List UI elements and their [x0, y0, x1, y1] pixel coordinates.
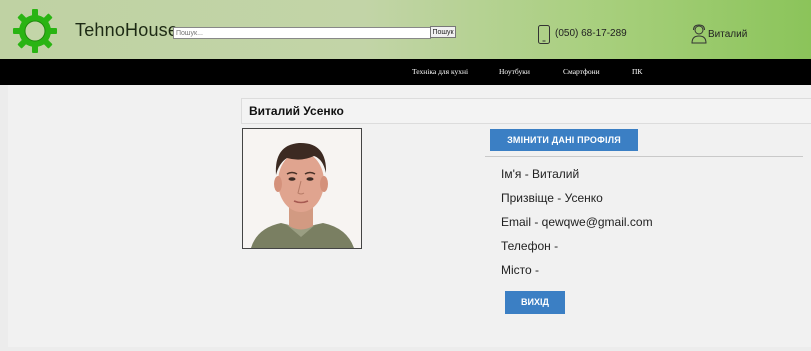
profile-name-bar: Виталий Усенко — [241, 98, 811, 124]
user-icon[interactable] — [690, 24, 708, 44]
first-name-field: Ім'я - Виталий — [501, 167, 580, 181]
phone-number: (050) 68-17-289 — [555, 28, 627, 39]
phone-field: Телефон - — [501, 239, 559, 253]
last-name-field: Призвіще - Усенко — [501, 191, 603, 205]
profile-photo-image — [243, 129, 361, 248]
logout-button[interactable]: ВИХІД — [505, 291, 565, 314]
profile-full-name: Виталий Усенко — [249, 104, 344, 118]
main-nav: Техніка для кухні Ноутбуки Смартфони ПК — [0, 59, 811, 85]
nav-item-smartphones[interactable]: Смартфони — [563, 67, 600, 76]
brand-name[interactable]: TehnoHouse — [75, 20, 178, 41]
header: TehnoHouse Пошук (050) 68-17-289 Виталий — [0, 0, 811, 59]
profile-photo — [242, 128, 362, 249]
user-name[interactable]: Виталий — [708, 29, 747, 40]
phone-icon — [538, 25, 550, 44]
gear-logo-icon[interactable] — [12, 8, 58, 54]
nav-item-pc[interactable]: ПК — [632, 67, 642, 76]
search-input[interactable] — [173, 27, 431, 39]
email-field: Email - qewqwe@gmail.com — [501, 215, 653, 229]
city-field: Місто - — [501, 263, 540, 277]
nav-item-kitchen[interactable]: Техніка для кухні — [412, 67, 468, 76]
profile-page: Виталий Усенко ЗМІНИТИ ДАНІ ПРОФІЛЯ Ім'я… — [8, 85, 811, 347]
search-button[interactable]: Пошук — [430, 26, 456, 38]
divider — [485, 156, 803, 157]
nav-item-laptops[interactable]: Ноутбуки — [499, 67, 530, 76]
edit-profile-button[interactable]: ЗМІНИТИ ДАНІ ПРОФІЛЯ — [490, 129, 638, 151]
